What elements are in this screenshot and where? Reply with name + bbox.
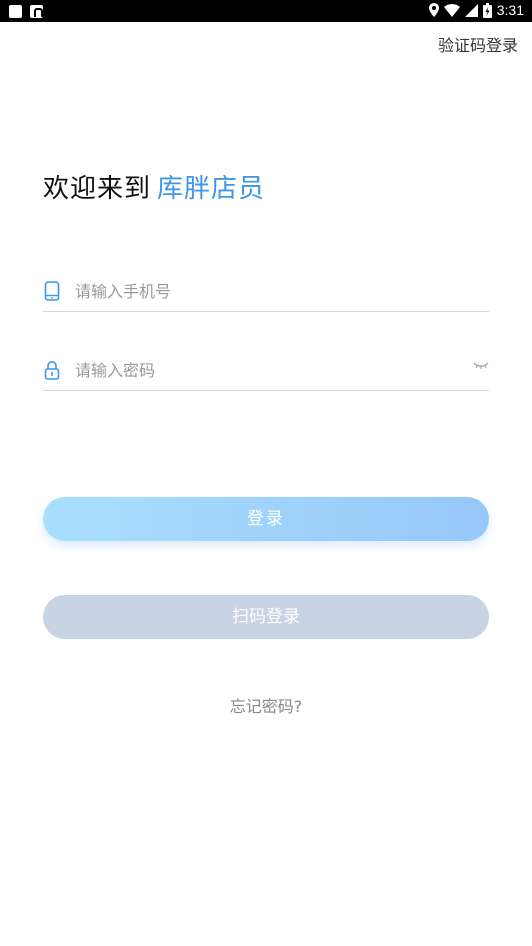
wifi-icon [443, 3, 460, 17]
battery-icon [482, 2, 492, 18]
phone-input[interactable]: 请输入手机号 [75, 278, 171, 302]
login-button[interactable]: 登录 [43, 497, 489, 541]
a-notification-icon [30, 5, 43, 18]
lock-icon [44, 360, 60, 380]
password-field[interactable]: 请输入密码 [43, 347, 489, 391]
status-time: 3:31 [496, 2, 524, 18]
eye-closed-icon[interactable] [473, 361, 489, 371]
welcome-heading: 欢迎来到 库胖店员 [43, 168, 265, 205]
location-icon [428, 3, 439, 17]
status-right: 3:31 [428, 2, 524, 18]
welcome-prefix: 欢迎来到 [43, 174, 152, 204]
signal-icon [464, 3, 478, 17]
phone-icon [44, 281, 60, 301]
forgot-password-link[interactable]: 忘记密码? [0, 693, 532, 717]
status-left [9, 5, 43, 18]
status-bar: 3:31 [0, 0, 532, 22]
phone-field[interactable]: 请输入手机号 [43, 268, 489, 312]
brand-name: 库胖店员 [157, 174, 266, 204]
sms-code-login-link[interactable]: 验证码登录 [438, 32, 518, 56]
notification-square-icon [9, 5, 22, 18]
password-input[interactable]: 请输入密码 [75, 357, 155, 381]
scan-qr-login-button[interactable]: 扫码登录 [43, 595, 489, 639]
